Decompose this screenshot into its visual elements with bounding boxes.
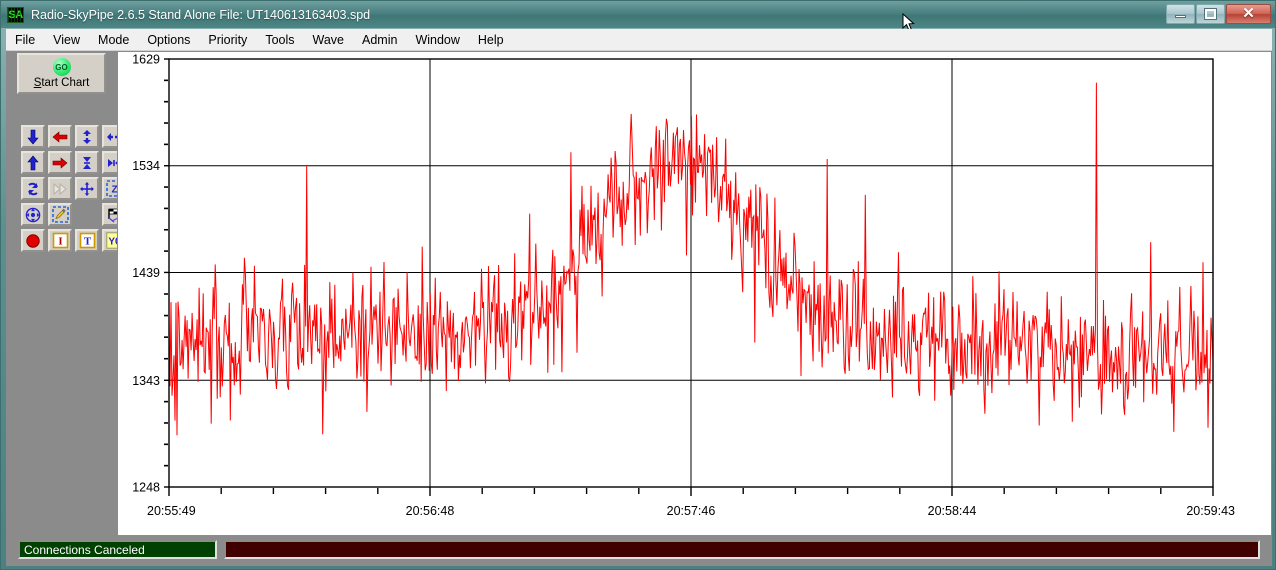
status-bar: Connections Canceled [6,536,1272,566]
svg-text:1534: 1534 [132,159,160,173]
menu-bar: File View Mode Options Priority Tools Wa… [6,29,1272,51]
record-stop-button[interactable] [21,229,45,252]
expand-vertical-button[interactable] [75,125,99,148]
minimize-button[interactable] [1166,3,1195,24]
start-chart-label: Start Chart [34,77,90,89]
scroll-up-icon [27,155,39,170]
fast-forward-icon [53,182,67,195]
svg-text:1248: 1248 [132,481,160,495]
text-t-button[interactable]: T [75,229,99,252]
menu-item-view[interactable]: View [44,31,89,49]
scroll-down-icon [27,129,39,144]
restore-button[interactable] [1196,3,1225,24]
refresh-button[interactable] [21,177,45,200]
scroll-right-icon [52,156,68,169]
menu-item-wave[interactable]: Wave [304,31,354,49]
fast-forward-button[interactable] [48,177,72,200]
app-icon-text: SA [8,8,23,21]
center-crosshair-button[interactable] [75,177,99,200]
refresh-icon [28,182,38,195]
center-crosshair-icon [80,181,94,196]
svg-text:20:57:46: 20:57:46 [667,504,716,518]
connection-status-text: Connections Canceled [24,542,145,557]
go-indicator-icon: GO [52,58,71,76]
svg-text:20:56:48: 20:56:48 [406,504,455,518]
info-i-icon: I [52,232,68,249]
svg-text:1629: 1629 [132,53,160,67]
scroll-up-button[interactable] [21,151,45,174]
pan-move-icon [25,207,41,222]
edit-pencil-button[interactable] [48,203,72,226]
strip-chart[interactable]: 1248 1343 1439 1534 1629 20:55:49 20:56:48 20:5… [118,52,1273,537]
app-icon: SA [7,6,24,23]
edit-pencil-icon [51,206,69,223]
svg-text:1439: 1439 [132,266,160,280]
menu-item-mode[interactable]: Mode [89,31,138,49]
window-title: Radio-SkyPipe 2.6.5 Stand Alone File: UT… [31,7,371,22]
application-window: SA Radio-SkyPipe 2.6.5 Stand Alone File:… [0,0,1276,570]
record-stop-icon [26,233,40,248]
client-area: GO Start Chart Z I T Y0 1248 1343 1439 1… [6,51,1272,536]
activity-status-panel [224,540,1260,559]
menu-item-help[interactable]: Help [469,31,513,49]
compress-vertical-icon [83,156,91,169]
svg-text:20:59:43: 20:59:43 [1186,504,1235,518]
menu-item-tools[interactable]: Tools [256,31,303,49]
svg-text:T: T [83,236,91,248]
expand-vertical-icon [83,129,91,144]
scroll-right-button[interactable] [48,151,72,174]
scroll-left-icon [52,130,68,143]
go-badge-label: GO [55,62,68,72]
minimize-icon [1175,15,1186,18]
menu-item-window[interactable]: Window [406,31,468,49]
menu-item-file[interactable]: File [6,31,44,49]
menu-item-priority[interactable]: Priority [199,31,256,49]
menu-item-admin[interactable]: Admin [353,31,406,49]
close-button[interactable]: ✕ [1226,3,1271,24]
compress-vertical-button[interactable] [75,151,99,174]
chart-tool-grid: Z I T Y0 [21,125,126,252]
info-i-button[interactable]: I [48,229,72,252]
chart-panel[interactable]: 1248 1343 1439 1534 1629 20:55:49 20:56:48 20:5… [117,51,1272,536]
close-icon: ✕ [1242,4,1255,22]
text-t-icon: T [79,232,95,249]
connection-status-panel: Connections Canceled [18,540,217,559]
scroll-left-button[interactable] [48,125,72,148]
window-controls: ✕ [1165,3,1271,24]
pan-move-button[interactable] [21,203,45,226]
tool-panel: GO Start Chart Z I T Y0 [6,51,126,536]
svg-text:1343: 1343 [132,374,160,388]
title-bar: SA Radio-SkyPipe 2.6.5 Stand Alone File:… [1,1,1275,32]
restore-icon [1204,7,1217,20]
svg-text:I: I [58,236,62,248]
svg-text:20:55:49: 20:55:49 [147,504,196,518]
start-chart-text: tart Chart [41,77,90,89]
start-chart-button[interactable]: GO Start Chart [17,53,106,94]
menu-item-options[interactable]: Options [138,31,199,49]
scroll-down-button[interactable] [21,125,45,148]
svg-text:20:58:44: 20:58:44 [928,504,977,518]
